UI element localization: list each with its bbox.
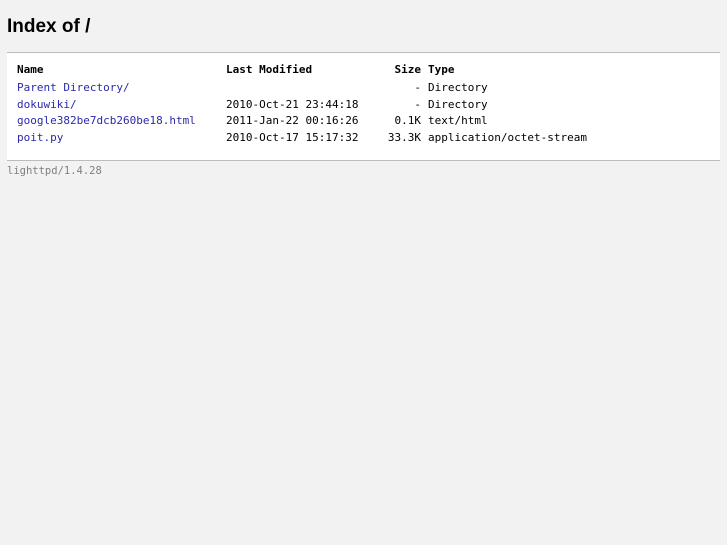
server-signature: lighttpd/1.4.28	[7, 165, 102, 177]
table-row: Parent Directory/ - Directory	[17, 80, 624, 97]
file-link-poit[interactable]: poit.py	[17, 131, 63, 144]
parent-directory-link[interactable]: Parent Directory/	[17, 81, 130, 94]
last-modified-cell	[226, 80, 382, 97]
file-link-dokuwiki[interactable]: dokuwiki/	[17, 98, 77, 111]
last-modified-cell: 2010-Oct-17 15:17:32	[226, 130, 359, 144]
size-cell: -	[414, 81, 421, 94]
file-table: Name Last Modified Size Type Parent Dire…	[17, 61, 624, 146]
type-cell: Directory	[428, 81, 488, 94]
column-header-type[interactable]: Type	[424, 61, 624, 80]
type-cell: application/octet-stream	[428, 130, 587, 144]
table-row: poit.py 2010-Oct-17 15:17:32 33.3K appli…	[17, 130, 624, 147]
type-cell: Directory	[428, 97, 488, 111]
column-header-last-modified[interactable]: Last Modified	[226, 61, 382, 80]
size-cell: 0.1K	[394, 114, 422, 127]
column-header-size[interactable]: Size	[382, 61, 424, 80]
directory-listing: Name Last Modified Size Type Parent Dire…	[7, 52, 720, 161]
last-modified-cell: 2011-Jan-22 00:16:26	[226, 114, 359, 127]
file-link-google-verification[interactable]: google382be7dcb260be18.html	[17, 114, 196, 127]
last-modified-cell: 2010-Oct-21 23:44:18	[226, 97, 359, 111]
column-header-name[interactable]: Name	[17, 61, 226, 80]
type-cell: text/html	[428, 114, 488, 127]
page-title: Index of /	[7, 16, 91, 37]
size-cell: 33.3K	[387, 130, 421, 144]
table-header-row: Name Last Modified Size Type	[17, 61, 624, 80]
table-row: dokuwiki/ 2010-Oct-21 23:44:18 - Directo…	[17, 97, 624, 114]
size-cell: -	[414, 97, 421, 111]
table-row: google382be7dcb260be18.html 2011-Jan-22 …	[17, 113, 624, 130]
